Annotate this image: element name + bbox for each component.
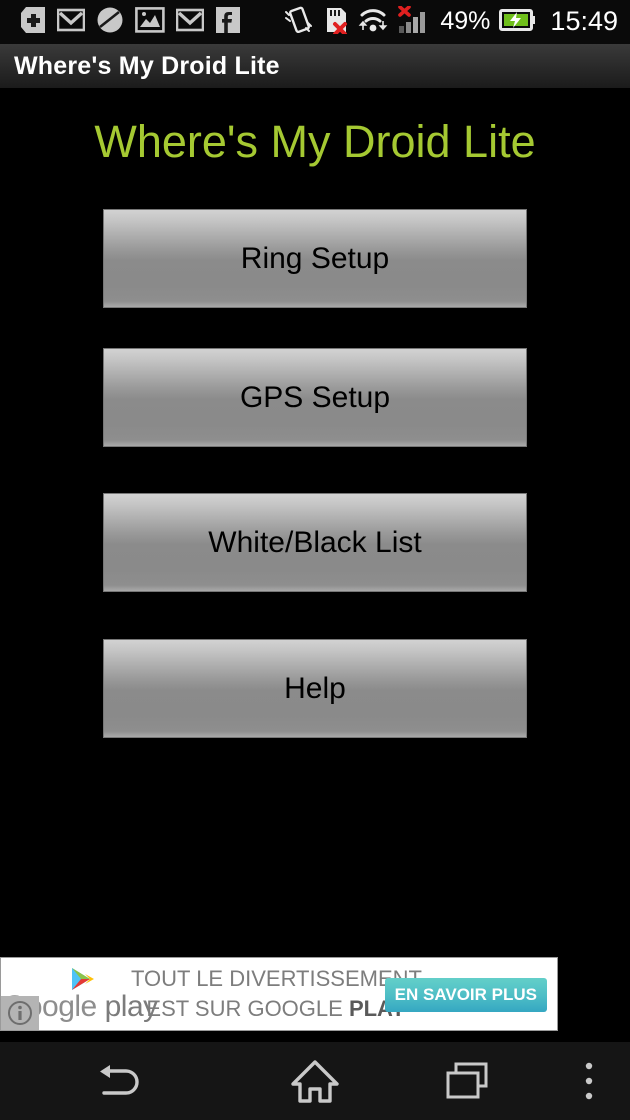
ad-banner[interactable]: Google play TOUT LE DIVERTISSEMENT EST S…	[0, 957, 558, 1031]
home-icon[interactable]	[242, 1042, 388, 1120]
wifi-transfer-icon	[358, 6, 388, 39]
system-navigation-bar	[0, 1042, 630, 1120]
ad-copy: TOUT LE DIVERTISSEMENT EST SUR GOOGLE PL…	[131, 964, 422, 1024]
phone-screen: 49% 15:49 Where's My Droid Lite Where's …	[0, 0, 630, 1120]
overflow-menu-icon[interactable]	[548, 1042, 630, 1120]
status-bar-system-icons: 49% 15:49	[284, 4, 618, 39]
facebook-icon	[215, 6, 241, 39]
app-title-bar: Where's My Droid Lite	[0, 44, 630, 89]
ad-cta-button[interactable]: EN SAVOIR PLUS	[384, 978, 547, 1012]
ring-setup-button[interactable]: Ring Setup	[103, 209, 527, 308]
gmail-icon-2	[175, 7, 205, 38]
recents-icon[interactable]	[388, 1042, 548, 1120]
battery-charging-icon	[499, 8, 536, 37]
ad-copy-line2-prefix: EST SUR GOOGLE	[146, 996, 349, 1021]
status-bar: 49% 15:49	[0, 0, 630, 44]
google-play-triangle-icon	[69, 966, 99, 992]
app-update-icon	[20, 6, 46, 39]
app-title: Where's My Droid Lite	[14, 51, 280, 80]
shake-rotate-icon	[284, 6, 314, 39]
gallery-photo-icon	[135, 6, 165, 39]
gps-setup-button[interactable]: GPS Setup	[103, 348, 527, 447]
app-content: Where's My Droid Lite Ring Setup GPS Set…	[0, 90, 630, 950]
help-button[interactable]: Help	[103, 639, 527, 738]
mute-circle-icon	[96, 6, 124, 39]
clock-label: 15:49	[550, 5, 618, 36]
gmail-icon	[56, 7, 86, 38]
battery-percent-label: 49%	[440, 6, 491, 35]
signal-no-service-icon	[397, 4, 431, 39]
ad-copy-line1: TOUT LE DIVERTISSEMENT	[131, 966, 422, 991]
ad-copy-line2: EST SUR GOOGLE PLAY	[131, 994, 421, 1024]
page-title: Where's My Droid Lite	[94, 116, 536, 167]
white-black-list-button[interactable]: White/Black List	[103, 493, 527, 592]
status-bar-notifications	[20, 6, 241, 39]
ad-info-icon[interactable]	[1, 996, 39, 1030]
back-icon[interactable]	[0, 1042, 242, 1120]
sd-card-error-icon	[323, 6, 349, 39]
